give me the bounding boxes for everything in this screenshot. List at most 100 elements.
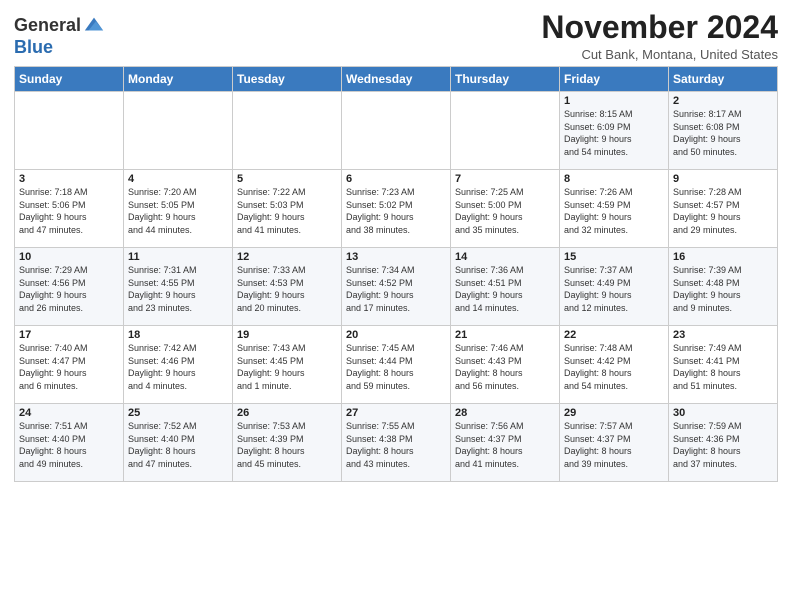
day-info: Sunrise: 7:31 AM Sunset: 4:55 PM Dayligh… bbox=[128, 264, 228, 314]
day-info: Sunrise: 7:43 AM Sunset: 4:45 PM Dayligh… bbox=[237, 342, 337, 392]
day-number: 4 bbox=[128, 173, 228, 185]
day-info: Sunrise: 7:42 AM Sunset: 4:46 PM Dayligh… bbox=[128, 342, 228, 392]
day-number: 16 bbox=[673, 251, 773, 263]
day-number: 25 bbox=[128, 407, 228, 419]
day-number: 1 bbox=[564, 95, 664, 107]
day-number: 9 bbox=[673, 173, 773, 185]
cell-4-5: 29Sunrise: 7:57 AM Sunset: 4:37 PM Dayli… bbox=[560, 404, 669, 482]
header-sunday: Sunday bbox=[15, 67, 124, 92]
week-row-4: 24Sunrise: 7:51 AM Sunset: 4:40 PM Dayli… bbox=[15, 404, 778, 482]
title-block: November 2024 Cut Bank, Montana, United … bbox=[541, 10, 778, 62]
day-info: Sunrise: 7:57 AM Sunset: 4:37 PM Dayligh… bbox=[564, 420, 664, 470]
cell-2-6: 16Sunrise: 7:39 AM Sunset: 4:48 PM Dayli… bbox=[669, 248, 778, 326]
cell-3-2: 19Sunrise: 7:43 AM Sunset: 4:45 PM Dayli… bbox=[233, 326, 342, 404]
day-info: Sunrise: 7:28 AM Sunset: 4:57 PM Dayligh… bbox=[673, 186, 773, 236]
day-number: 13 bbox=[346, 251, 446, 263]
day-info: Sunrise: 7:29 AM Sunset: 4:56 PM Dayligh… bbox=[19, 264, 119, 314]
logo-blue: Blue bbox=[14, 37, 53, 57]
day-number: 28 bbox=[455, 407, 555, 419]
cell-2-3: 13Sunrise: 7:34 AM Sunset: 4:52 PM Dayli… bbox=[342, 248, 451, 326]
cell-2-2: 12Sunrise: 7:33 AM Sunset: 4:53 PM Dayli… bbox=[233, 248, 342, 326]
header-saturday: Saturday bbox=[669, 67, 778, 92]
cell-3-1: 18Sunrise: 7:42 AM Sunset: 4:46 PM Dayli… bbox=[124, 326, 233, 404]
cell-0-1 bbox=[124, 92, 233, 170]
week-row-1: 3Sunrise: 7:18 AM Sunset: 5:06 PM Daylig… bbox=[15, 170, 778, 248]
cell-1-5: 8Sunrise: 7:26 AM Sunset: 4:59 PM Daylig… bbox=[560, 170, 669, 248]
week-row-2: 10Sunrise: 7:29 AM Sunset: 4:56 PM Dayli… bbox=[15, 248, 778, 326]
day-info: Sunrise: 7:55 AM Sunset: 4:38 PM Dayligh… bbox=[346, 420, 446, 470]
logo-general: General bbox=[14, 16, 81, 36]
day-number: 2 bbox=[673, 95, 773, 107]
day-number: 10 bbox=[19, 251, 119, 263]
cell-3-5: 22Sunrise: 7:48 AM Sunset: 4:42 PM Dayli… bbox=[560, 326, 669, 404]
day-number: 26 bbox=[237, 407, 337, 419]
day-info: Sunrise: 7:46 AM Sunset: 4:43 PM Dayligh… bbox=[455, 342, 555, 392]
cell-4-1: 25Sunrise: 7:52 AM Sunset: 4:40 PM Dayli… bbox=[124, 404, 233, 482]
day-number: 11 bbox=[128, 251, 228, 263]
day-number: 24 bbox=[19, 407, 119, 419]
day-number: 23 bbox=[673, 329, 773, 341]
logo-icon bbox=[83, 14, 105, 36]
cell-1-1: 4Sunrise: 7:20 AM Sunset: 5:05 PM Daylig… bbox=[124, 170, 233, 248]
month-title: November 2024 bbox=[541, 10, 778, 45]
cell-0-0 bbox=[15, 92, 124, 170]
day-number: 3 bbox=[19, 173, 119, 185]
day-info: Sunrise: 7:40 AM Sunset: 4:47 PM Dayligh… bbox=[19, 342, 119, 392]
day-info: Sunrise: 7:39 AM Sunset: 4:48 PM Dayligh… bbox=[673, 264, 773, 314]
header-tuesday: Tuesday bbox=[233, 67, 342, 92]
cell-3-3: 20Sunrise: 7:45 AM Sunset: 4:44 PM Dayli… bbox=[342, 326, 451, 404]
day-info: Sunrise: 7:51 AM Sunset: 4:40 PM Dayligh… bbox=[19, 420, 119, 470]
day-number: 27 bbox=[346, 407, 446, 419]
day-number: 6 bbox=[346, 173, 446, 185]
header: General Blue November 2024 Cut Bank, Mon… bbox=[14, 10, 778, 62]
day-number: 8 bbox=[564, 173, 664, 185]
cell-1-6: 9Sunrise: 7:28 AM Sunset: 4:57 PM Daylig… bbox=[669, 170, 778, 248]
cell-1-2: 5Sunrise: 7:22 AM Sunset: 5:03 PM Daylig… bbox=[233, 170, 342, 248]
day-number: 22 bbox=[564, 329, 664, 341]
location: Cut Bank, Montana, United States bbox=[541, 47, 778, 62]
week-row-3: 17Sunrise: 7:40 AM Sunset: 4:47 PM Dayli… bbox=[15, 326, 778, 404]
day-info: Sunrise: 7:49 AM Sunset: 4:41 PM Dayligh… bbox=[673, 342, 773, 392]
day-info: Sunrise: 7:33 AM Sunset: 4:53 PM Dayligh… bbox=[237, 264, 337, 314]
day-info: Sunrise: 8:17 AM Sunset: 6:08 PM Dayligh… bbox=[673, 108, 773, 158]
cell-2-4: 14Sunrise: 7:36 AM Sunset: 4:51 PM Dayli… bbox=[451, 248, 560, 326]
cell-3-0: 17Sunrise: 7:40 AM Sunset: 4:47 PM Dayli… bbox=[15, 326, 124, 404]
logo: General Blue bbox=[14, 14, 105, 58]
day-info: Sunrise: 7:37 AM Sunset: 4:49 PM Dayligh… bbox=[564, 264, 664, 314]
day-info: Sunrise: 7:20 AM Sunset: 5:05 PM Dayligh… bbox=[128, 186, 228, 236]
cell-1-4: 7Sunrise: 7:25 AM Sunset: 5:00 PM Daylig… bbox=[451, 170, 560, 248]
day-number: 5 bbox=[237, 173, 337, 185]
day-number: 15 bbox=[564, 251, 664, 263]
day-number: 20 bbox=[346, 329, 446, 341]
day-info: Sunrise: 7:48 AM Sunset: 4:42 PM Dayligh… bbox=[564, 342, 664, 392]
cell-4-0: 24Sunrise: 7:51 AM Sunset: 4:40 PM Dayli… bbox=[15, 404, 124, 482]
cell-2-0: 10Sunrise: 7:29 AM Sunset: 4:56 PM Dayli… bbox=[15, 248, 124, 326]
cell-1-3: 6Sunrise: 7:23 AM Sunset: 5:02 PM Daylig… bbox=[342, 170, 451, 248]
cell-0-6: 2Sunrise: 8:17 AM Sunset: 6:08 PM Daylig… bbox=[669, 92, 778, 170]
day-info: Sunrise: 7:52 AM Sunset: 4:40 PM Dayligh… bbox=[128, 420, 228, 470]
day-info: Sunrise: 7:53 AM Sunset: 4:39 PM Dayligh… bbox=[237, 420, 337, 470]
day-info: Sunrise: 8:15 AM Sunset: 6:09 PM Dayligh… bbox=[564, 108, 664, 158]
day-info: Sunrise: 7:56 AM Sunset: 4:37 PM Dayligh… bbox=[455, 420, 555, 470]
day-number: 30 bbox=[673, 407, 773, 419]
day-info: Sunrise: 7:25 AM Sunset: 5:00 PM Dayligh… bbox=[455, 186, 555, 236]
day-info: Sunrise: 7:34 AM Sunset: 4:52 PM Dayligh… bbox=[346, 264, 446, 314]
cell-3-4: 21Sunrise: 7:46 AM Sunset: 4:43 PM Dayli… bbox=[451, 326, 560, 404]
day-info: Sunrise: 7:22 AM Sunset: 5:03 PM Dayligh… bbox=[237, 186, 337, 236]
day-info: Sunrise: 7:26 AM Sunset: 4:59 PM Dayligh… bbox=[564, 186, 664, 236]
day-number: 12 bbox=[237, 251, 337, 263]
cell-0-2 bbox=[233, 92, 342, 170]
day-number: 17 bbox=[19, 329, 119, 341]
cell-0-5: 1Sunrise: 8:15 AM Sunset: 6:09 PM Daylig… bbox=[560, 92, 669, 170]
cell-4-3: 27Sunrise: 7:55 AM Sunset: 4:38 PM Dayli… bbox=[342, 404, 451, 482]
week-row-0: 1Sunrise: 8:15 AM Sunset: 6:09 PM Daylig… bbox=[15, 92, 778, 170]
day-number: 19 bbox=[237, 329, 337, 341]
cell-0-4 bbox=[451, 92, 560, 170]
day-info: Sunrise: 7:23 AM Sunset: 5:02 PM Dayligh… bbox=[346, 186, 446, 236]
day-info: Sunrise: 7:45 AM Sunset: 4:44 PM Dayligh… bbox=[346, 342, 446, 392]
calendar-body: 1Sunrise: 8:15 AM Sunset: 6:09 PM Daylig… bbox=[15, 92, 778, 482]
day-number: 7 bbox=[455, 173, 555, 185]
cell-1-0: 3Sunrise: 7:18 AM Sunset: 5:06 PM Daylig… bbox=[15, 170, 124, 248]
header-wednesday: Wednesday bbox=[342, 67, 451, 92]
day-info: Sunrise: 7:18 AM Sunset: 5:06 PM Dayligh… bbox=[19, 186, 119, 236]
